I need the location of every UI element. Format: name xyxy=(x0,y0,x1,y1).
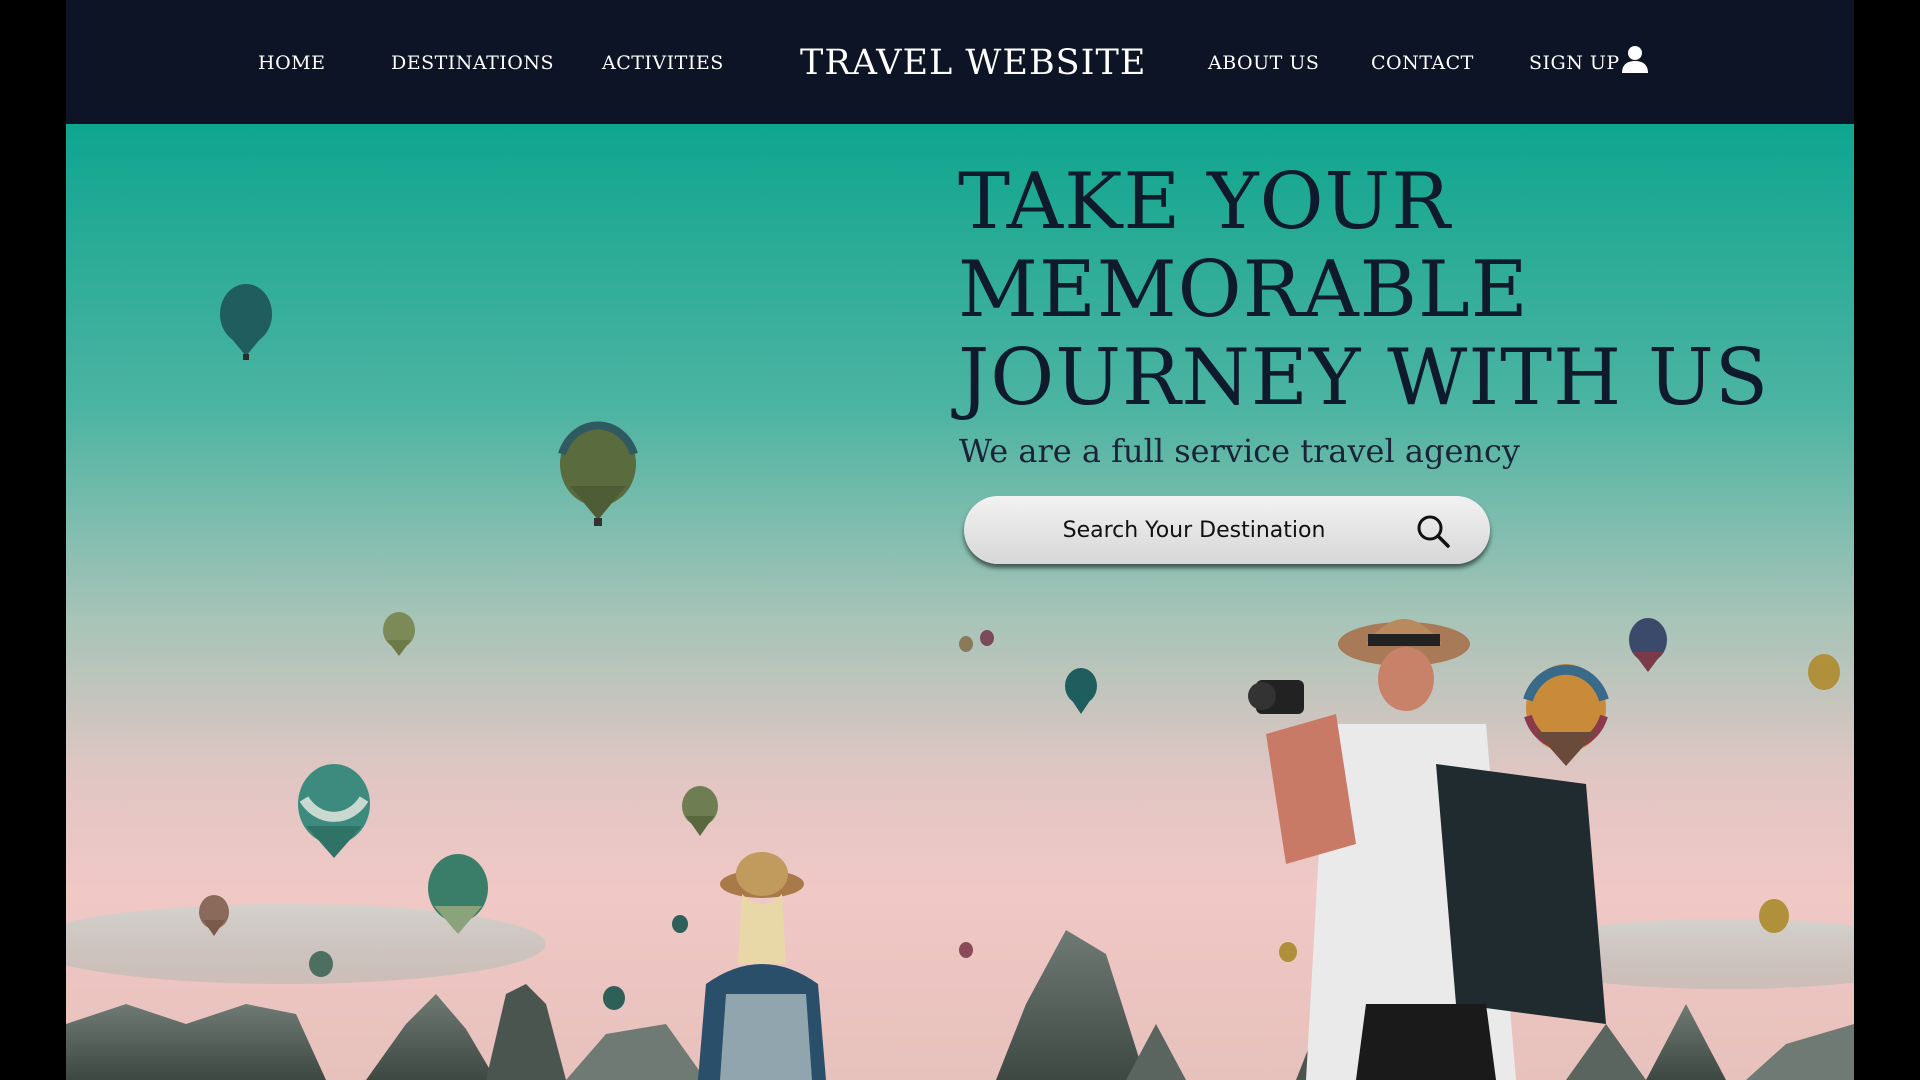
balloon xyxy=(1523,664,1609,766)
balloon xyxy=(1759,899,1789,933)
site-logo-title[interactable]: TRAVEL WEBSITE xyxy=(800,40,1145,86)
balloon xyxy=(672,915,688,933)
balloon xyxy=(682,786,718,836)
hero-headline: TAKE YOUR MEMORABLE JOURNEY WITH US xyxy=(958,158,1818,422)
nav-home-link[interactable]: HOME xyxy=(258,50,325,76)
balloon xyxy=(980,630,994,646)
balloon xyxy=(309,951,333,977)
hero-section: TAKE YOUR MEMORABLE JOURNEY WITH US We a… xyxy=(66,124,1854,1080)
nav-contact-link[interactable]: CONTACT xyxy=(1371,50,1474,76)
search-icon[interactable] xyxy=(1414,512,1452,550)
headline-line-2: MEMORABLE xyxy=(958,245,1529,335)
headline-line-3: JOURNEY WITH US xyxy=(958,333,1770,423)
balloon xyxy=(1629,618,1667,672)
woman-traveler-figure xyxy=(698,852,826,1080)
nav-activities-link[interactable]: ACTIVITIES xyxy=(602,50,724,76)
nav-about-us-link[interactable]: ABOUT US xyxy=(1208,50,1319,76)
page-frame: HOME DESTINATIONS ACTIVITIES TRAVEL WEBS… xyxy=(66,0,1854,1080)
balloon xyxy=(1065,668,1097,714)
balloon xyxy=(383,612,415,656)
nav-destinations-link[interactable]: DESTINATIONS xyxy=(391,50,554,76)
destination-search-bar[interactable] xyxy=(964,496,1490,564)
top-navigation-bar: HOME DESTINATIONS ACTIVITIES TRAVEL WEBS… xyxy=(66,0,1854,124)
balloon xyxy=(220,284,272,360)
balloon xyxy=(959,636,973,652)
balloon xyxy=(1279,942,1297,962)
balloon xyxy=(558,421,638,526)
headline-line-1: TAKE YOUR xyxy=(958,157,1451,247)
balloon xyxy=(603,986,625,1010)
balloon xyxy=(298,764,370,858)
user-icon[interactable] xyxy=(1620,44,1650,74)
balloon xyxy=(959,942,973,958)
hero-tagline: We are a full service travel agency xyxy=(959,432,1520,470)
balloon xyxy=(1808,654,1840,690)
search-destination-input[interactable] xyxy=(994,496,1394,564)
nav-sign-up-link[interactable]: SIGN UP xyxy=(1529,50,1620,76)
